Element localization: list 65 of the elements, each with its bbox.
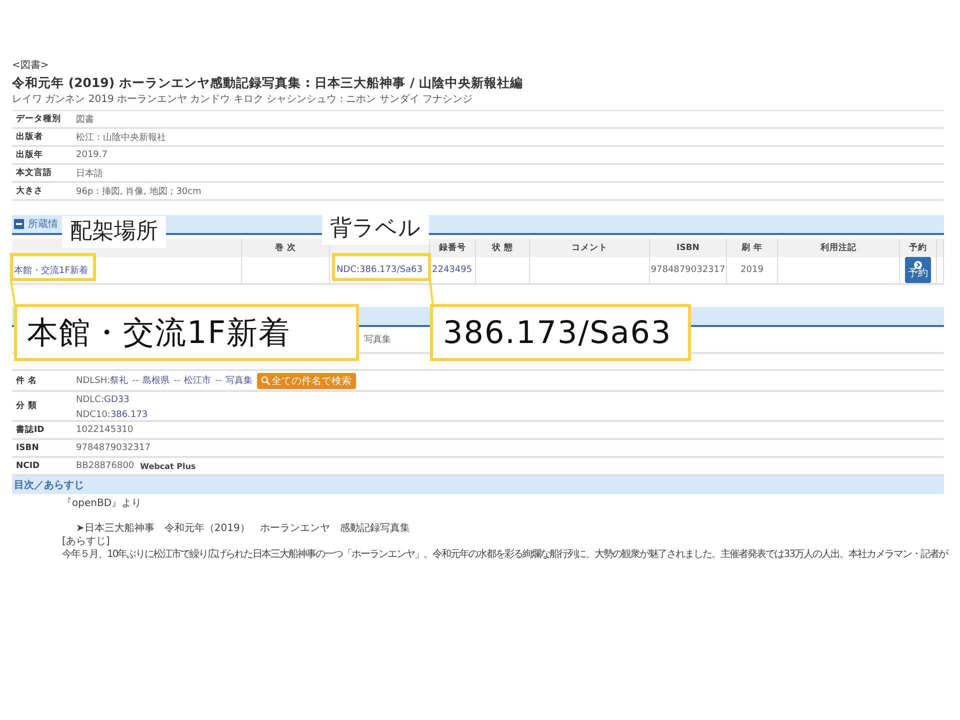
- field-value: 日本語: [76, 168, 103, 180]
- class-link[interactable]: 386.173: [110, 410, 148, 420]
- table-cell: 2019: [727, 257, 778, 285]
- toc-header: 目次／あらすじ: [12, 476, 944, 494]
- field-label: データ種別: [15, 113, 62, 125]
- column-header: 巻 次: [242, 239, 330, 257]
- column-header: 状 態: [476, 239, 530, 257]
- field-label: 大きさ: [15, 185, 44, 197]
- webcat-link[interactable]: Webcat Plus: [140, 462, 196, 470]
- class-link[interactable]: GD33: [104, 395, 130, 405]
- column-header: 利用注記: [778, 239, 900, 257]
- summary-text: 今年５月、10年ぶりに松江市で繰り広げられた日本三大船神事の一つ「ホーランエンヤ」。令和元年の水都を彩る絢爛な船行列に、大勢の観衆が魅了されました。主催者発表では33万人の人出。本社カメラマン・記者が: [62, 548, 948, 561]
- summary-label: [あらすじ]: [62, 535, 111, 548]
- subject-prefix: NDLSH:: [76, 376, 110, 386]
- class-prefix: NDLC:: [76, 395, 104, 405]
- search-icon: [260, 376, 270, 385]
- annotation-label: 配架場所: [62, 216, 166, 248]
- column-header: 刷 年: [727, 239, 778, 257]
- title-reading: レイワ ガンネン 2019 ホーランエンヤ カンドウ キロク シャシンシュウ : ニホン サンダイ フナシンジ: [12, 93, 474, 107]
- source-note: 『openBD』より: [62, 497, 143, 510]
- field-value: BB28876800: [76, 461, 134, 471]
- location-link[interactable]: 本館・交流1F新着: [14, 264, 88, 276]
- subject-link[interactable]: 祭礼: [110, 374, 128, 387]
- subject-link[interactable]: 島根県: [142, 374, 170, 387]
- register-number-link[interactable]: 2243495: [432, 265, 472, 275]
- column-header: コメント: [530, 239, 650, 257]
- field-value: 9784879032317: [76, 443, 150, 453]
- annotation-label: 背ラベル: [322, 213, 429, 245]
- separator: --: [215, 376, 222, 386]
- toc-heading: ➤日本三大船神事 令和元年（2019） ホーランエンヤ 感動記録写真集: [76, 522, 411, 535]
- column-header: [937, 239, 944, 257]
- book-title: 令和元年 (2019) ホーランエンヤ感動記録写真集 : 日本三大船神事 / 山陰中央新報社編: [12, 74, 524, 92]
- leader-line: [10, 280, 16, 306]
- annotation-callout: 本館・交流1F新着: [14, 304, 359, 361]
- field-label: 分 類: [15, 400, 38, 412]
- separator: --: [132, 376, 139, 386]
- field-label: 件 名: [15, 374, 38, 386]
- field-value: 図書: [76, 114, 94, 126]
- subject-link[interactable]: 松江市: [184, 374, 212, 387]
- subject-link[interactable]: 写真集: [226, 374, 253, 387]
- column-header: 録番号: [430, 239, 476, 257]
- leader-line: [429, 280, 434, 306]
- class-prefix: NDC10:: [76, 410, 110, 420]
- field-label: 本文言語: [15, 167, 53, 179]
- collapse-icon[interactable]: [14, 219, 24, 229]
- call-number-link[interactable]: NDC:386.173/Sa63: [336, 265, 422, 275]
- field-value: 96p : 挿図, 肖像, 地図 ; 30cm: [76, 186, 202, 198]
- reserve-button[interactable]: 予約: [905, 257, 931, 283]
- annotation-callout: 386.173/Sa63: [430, 304, 691, 361]
- field-label: ISBN: [15, 443, 40, 453]
- field-value: 松江 : 山陰中央新報社: [76, 132, 166, 144]
- separator: --: [174, 376, 180, 386]
- field-label: 出版年: [15, 149, 44, 161]
- table-cell: 9784879032317: [650, 257, 727, 285]
- field-label: 出版者: [15, 131, 44, 143]
- field-value: 写真集: [364, 334, 391, 346]
- field-label: 書誌ID: [15, 424, 46, 436]
- section-title: 所蔵情: [28, 218, 58, 231]
- arrow-circle-icon: [914, 261, 922, 269]
- field-value: 1022145310: [76, 425, 134, 435]
- field-label: NCID: [15, 461, 41, 471]
- column-header: 予約: [900, 239, 937, 257]
- category-label: <図書>: [12, 59, 50, 73]
- field-value: 2019.7: [76, 150, 108, 160]
- column-header: ISBN: [650, 239, 727, 257]
